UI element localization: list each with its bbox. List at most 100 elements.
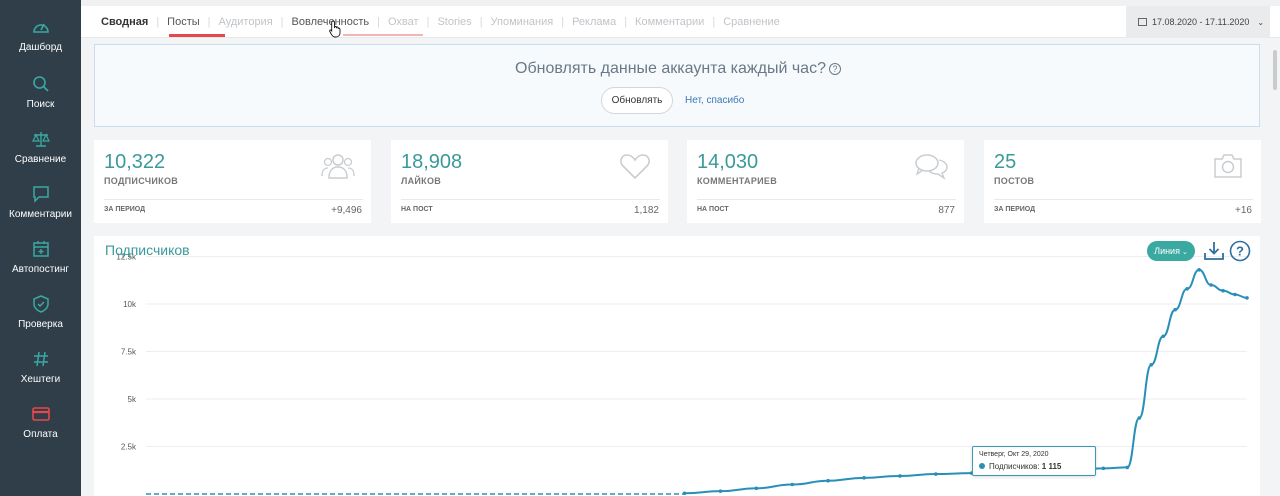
- stat-card-likes: 18,908 ЛАЙКОВ НА ПОСТ 1,182: [391, 140, 668, 223]
- stat-foot-value: +16: [1235, 205, 1252, 216]
- sidebar-item-label: Хештеги: [20, 374, 61, 385]
- stat-card-comments: 14,030 КОММЕНТАРИЕВ НА ПОСТ 877: [687, 140, 964, 223]
- tooltip-series: Подписчиков:: [989, 462, 1040, 471]
- data-point[interactable]: [898, 474, 902, 478]
- help-icon[interactable]: ?: [828, 63, 841, 75]
- decline-link[interactable]: Нет, спасибо: [685, 95, 744, 106]
- data-point[interactable]: [1185, 287, 1189, 291]
- sidebar-item-label: Комментарии: [9, 209, 72, 220]
- calendar-icon: [32, 240, 50, 258]
- stat-caption: ЛАЙКОВ: [401, 176, 442, 186]
- sidebar-item-label: Автопостинг: [11, 264, 70, 275]
- camera-icon: [1214, 154, 1242, 178]
- stat-card-posts: 25 ПОСТОВ ЗА ПЕРИОД +16: [984, 140, 1261, 223]
- data-point[interactable]: [754, 486, 759, 491]
- stat-foot-value: 877: [938, 205, 955, 216]
- y-tick-label: 10k: [123, 300, 137, 309]
- tab-mentions[interactable]: Упоминания: [483, 16, 562, 28]
- hash-icon: [32, 350, 50, 368]
- tab-audience[interactable]: Аудитория: [211, 16, 281, 28]
- data-point[interactable]: [718, 489, 723, 493]
- svg-text:?: ?: [1236, 244, 1244, 259]
- data-point[interactable]: [1125, 465, 1130, 470]
- credit-card-icon: [31, 405, 50, 423]
- y-tick-label: 7.5k: [121, 348, 137, 357]
- data-point[interactable]: [1197, 268, 1201, 272]
- chevron-down-icon: ⌄: [1181, 249, 1188, 256]
- refresh-hourly-button[interactable]: Обновлять: [601, 87, 673, 114]
- sidebar-item-dashboard[interactable]: Дашборд: [0, 18, 81, 72]
- hand-cursor-icon: [329, 20, 341, 38]
- stat-value: 10,322: [104, 151, 166, 173]
- data-point[interactable]: [1101, 466, 1106, 471]
- stat-foot-label: ЗА ПЕРИОД: [104, 206, 146, 213]
- data-point[interactable]: [1137, 416, 1142, 420]
- sidebar-item-label: Поиск: [26, 99, 55, 110]
- stat-caption: ПОДПИСЧИКОВ: [104, 176, 179, 186]
- tooltip-value: 1 115: [1041, 462, 1062, 471]
- chart-mode-label: Линия: [1154, 246, 1180, 256]
- stat-value: 18,908: [401, 151, 463, 173]
- sidebar-item-autoposting[interactable]: Автопостинг: [0, 240, 81, 294]
- scrollbar-thumb[interactable]: [1273, 50, 1277, 90]
- chevron-down-icon: ⌄: [1257, 18, 1265, 27]
- data-point[interactable]: [1149, 363, 1154, 367]
- chart-tooltip: Четверг, Окт 29, 2020 Подписчиков: 1 115: [972, 446, 1096, 476]
- data-point[interactable]: [1233, 292, 1237, 297]
- chart-help-icon[interactable]: ?: [1229, 240, 1251, 262]
- sidebar-item-hashtags[interactable]: Хештеги: [0, 350, 81, 404]
- sidebar-item-search[interactable]: Поиск: [0, 75, 81, 129]
- data-point[interactable]: [682, 491, 687, 496]
- stat-foot-label: НА ПОСТ: [697, 206, 729, 213]
- data-point[interactable]: [790, 482, 795, 487]
- calendar-icon: [1138, 18, 1147, 26]
- data-point[interactable]: [1173, 307, 1177, 312]
- download-icon[interactable]: [1203, 240, 1225, 262]
- data-point[interactable]: [1161, 334, 1166, 339]
- data-point[interactable]: [826, 478, 830, 483]
- top-strip: [81, 0, 1280, 6]
- sidebar-item-label: Сравнение: [14, 154, 67, 165]
- tab-posts[interactable]: Посты: [159, 16, 207, 28]
- shield-check-icon: [32, 295, 50, 313]
- sidebar-item-label: Оплата: [23, 429, 58, 440]
- tab-reach[interactable]: Охват: [380, 16, 427, 28]
- sidebar-item-payment[interactable]: Оплата: [0, 405, 81, 459]
- update-hourly-banner: Обновлять данные аккаунта каждый час?? О…: [94, 44, 1260, 127]
- date-range-text: 17.08.2020 - 17.11.2020: [1152, 17, 1250, 27]
- tab-comments[interactable]: Комментарии: [627, 16, 712, 28]
- sidebar-item-check[interactable]: Проверка: [0, 295, 81, 349]
- series-dot: [979, 463, 985, 469]
- scrollbar-track[interactable]: [1270, 38, 1280, 496]
- data-point[interactable]: [1221, 288, 1225, 293]
- data-point[interactable]: [862, 476, 866, 480]
- chat-bubbles-icon: [915, 154, 948, 180]
- tabs: Сводная | Посты | Аудитория | Вовлеченность | Ох…: [93, 16, 788, 28]
- heart-icon: [620, 154, 650, 180]
- stat-caption: ПОСТОВ: [994, 176, 1035, 186]
- hover-tab-indicator: [343, 34, 423, 36]
- sidebar-item-compare[interactable]: Сравнение: [0, 130, 81, 184]
- stat-caption: КОММЕНТАРИЕВ: [697, 176, 777, 186]
- data-point[interactable]: [1245, 296, 1249, 300]
- stat-foot-value: 1,182: [633, 205, 659, 216]
- search-icon: [32, 75, 50, 93]
- y-tick-label: 2.5k: [121, 443, 137, 452]
- chart-mode-dropdown[interactable]: Линия ⌄: [1147, 241, 1195, 261]
- tab-stories[interactable]: Stories: [429, 16, 479, 28]
- date-range-picker[interactable]: 17.08.2020 - 17.11.2020 ⌄: [1126, 6, 1270, 38]
- followers-chart-panel: 12.5k 10k 7.5k 5k 2.5k Подписчиков Линия ⌄ ? …: [94, 236, 1260, 496]
- tab-summary[interactable]: Сводная: [93, 16, 156, 28]
- data-point[interactable]: [934, 472, 938, 476]
- sidebar-item-label: Дашборд: [19, 42, 62, 53]
- sidebar-item-label: Проверка: [18, 319, 63, 330]
- data-point[interactable]: [1209, 283, 1213, 287]
- tab-ads[interactable]: Реклама: [564, 16, 624, 28]
- comment-icon: [32, 185, 50, 203]
- sidebar: Дашборд Поиск Сравнение Комментарии Авто…: [0, 0, 81, 496]
- tooltip-date: Четверг, Окт 29, 2020: [979, 451, 1049, 458]
- sidebar-item-comments[interactable]: Комментарии: [0, 185, 81, 239]
- chart-title: Подписчиков: [105, 242, 190, 258]
- tab-compare[interactable]: Сравнение: [715, 16, 788, 28]
- stat-value: 14,030: [697, 151, 759, 173]
